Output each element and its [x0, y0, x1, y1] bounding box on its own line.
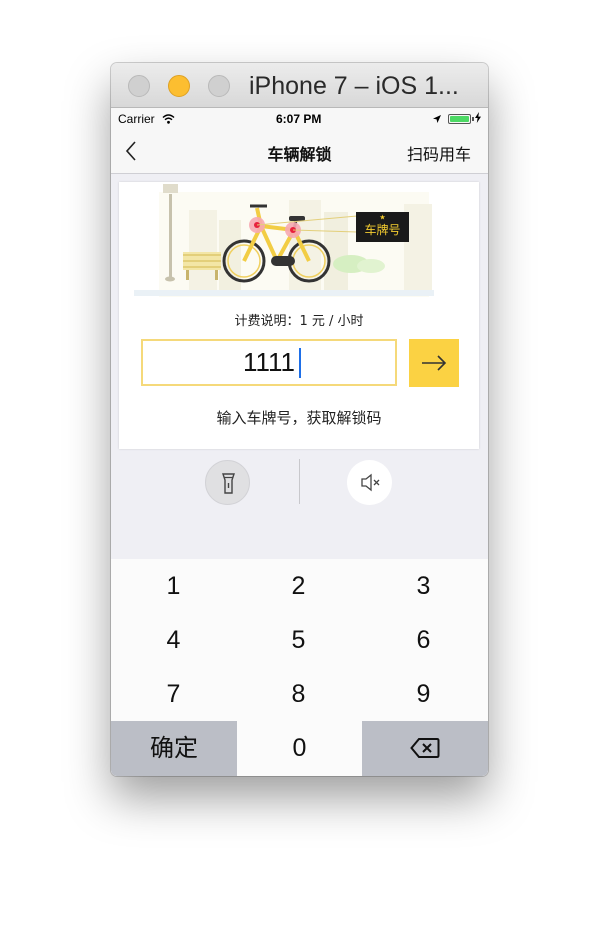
key-6[interactable]: 6 — [361, 613, 486, 667]
key-0[interactable]: 0 — [237, 721, 362, 775]
confirm-key[interactable]: 确定 — [111, 721, 237, 776]
flashlight-button[interactable] — [205, 460, 250, 505]
key-4[interactable]: 4 — [111, 613, 236, 667]
key-5[interactable]: 5 — [236, 613, 361, 667]
key-7[interactable]: 7 — [111, 667, 236, 721]
arrow-right-icon — [422, 355, 447, 371]
fee-description: 计费说明：1 元 / 小时 — [234, 314, 364, 329]
svg-text:★: ★ — [379, 214, 385, 222]
plate-number-badge: 车牌号 — [364, 222, 400, 237]
battery-tip — [472, 117, 474, 121]
charging-bolt-icon — [475, 112, 481, 126]
status-time: 6:07 PM — [276, 112, 322, 126]
window-titlebar: iPhone 7 – iOS 1... — [111, 63, 488, 108]
key-1[interactable]: 1 — [111, 559, 236, 613]
zoom-window-button[interactable] — [208, 75, 230, 97]
simulator-window: iPhone 7 – iOS 1... Carrier 6:07 PM 车辆解锁… — [111, 63, 488, 776]
unlock-card: ★ 车牌号 计费说明：1 元 / 小时 输入车牌号，获取解锁码 — [119, 182, 479, 449]
speaker-mute-icon — [361, 473, 380, 492]
unlock-hint: 输入车牌号，获取解锁码 — [216, 409, 382, 427]
flashlight-icon — [222, 473, 235, 494]
battery-icon — [448, 114, 471, 124]
mute-button[interactable] — [347, 460, 392, 505]
wifi-icon — [162, 113, 175, 127]
location-arrow-icon — [432, 113, 442, 127]
number-keypad: 1 2 3 4 5 6 7 8 9 确定 0 — [111, 559, 488, 776]
button-divider — [299, 459, 300, 504]
key-3[interactable]: 3 — [361, 559, 486, 613]
submit-arrow-button[interactable] — [409, 339, 459, 387]
close-window-button[interactable] — [128, 75, 150, 97]
carrier-label: Carrier — [118, 112, 155, 126]
navigation-bar: 车辆解锁 扫码用车 — [111, 130, 488, 174]
text-caret — [299, 348, 301, 378]
phone-screen: Carrier 6:07 PM 车辆解锁 扫码用车 ★ 车牌号 计费说明：1 元… — [111, 108, 488, 776]
minimize-window-button[interactable] — [168, 75, 190, 97]
window-title: iPhone 7 – iOS 1... — [249, 72, 459, 100]
delete-key[interactable] — [362, 721, 488, 776]
plate-number-input[interactable] — [141, 339, 397, 386]
status-bar: Carrier 6:07 PM — [111, 108, 488, 130]
scan-to-ride-button[interactable]: 扫码用车 — [407, 141, 471, 165]
key-2[interactable]: 2 — [236, 559, 361, 613]
key-9[interactable]: 9 — [361, 667, 486, 721]
key-8[interactable]: 8 — [236, 667, 361, 721]
backspace-icon — [410, 738, 440, 758]
bike-illustration: ★ 车牌号 — [134, 184, 434, 297]
